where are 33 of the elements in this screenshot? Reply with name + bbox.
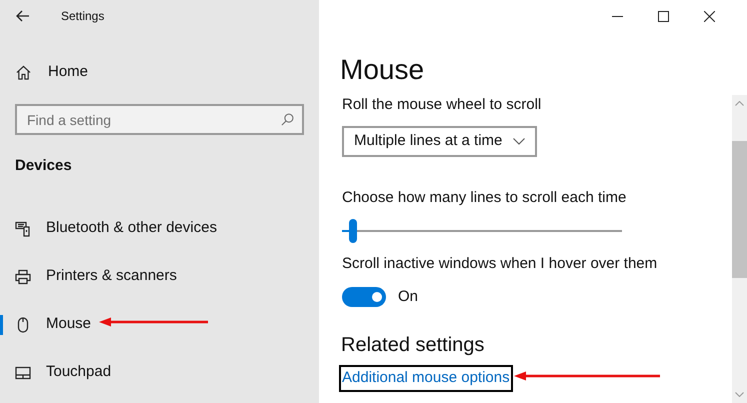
setting-label: Roll the mouse wheel to scroll	[342, 95, 542, 115]
scrollbar[interactable]	[732, 95, 747, 403]
touchpad-icon	[15, 366, 31, 380]
nav-item[interactable]: Bluetooth & other devices	[0, 204, 319, 252]
nav-item[interactable]: Mouse	[0, 300, 319, 348]
additional-mouse-options-link[interactable]: Additional mouse options	[339, 365, 513, 392]
nav-item[interactable]: Printers & scanners	[0, 252, 319, 300]
maximize-icon	[658, 10, 668, 22]
section-heading: Related settings	[341, 333, 486, 358]
back-arrow-icon	[16, 10, 30, 22]
page-title: Mouse	[340, 53, 426, 87]
printer-icon	[15, 268, 31, 284]
toggle-state: On	[398, 286, 418, 306]
mouse-icon	[17, 316, 29, 332]
scroll-down-icon	[735, 392, 744, 397]
chevron-down-icon	[513, 138, 525, 144]
toggle-switch[interactable]	[342, 286, 386, 307]
setting-label: Scroll inactive windows when I hover over them	[342, 254, 658, 274]
scroll-up-icon	[735, 101, 744, 106]
home-icon	[16, 64, 31, 80]
home-nav-item[interactable]: Home	[0, 48, 319, 96]
keyboard-device-icon	[15, 220, 31, 236]
slider-thumb[interactable]	[349, 219, 358, 243]
scrollbar-thumb[interactable]	[732, 141, 747, 278]
scroll-mode-dropdown[interactable]: Multiple lines at a time	[342, 126, 537, 156]
close-icon	[704, 10, 714, 22]
window-title: Settings	[61, 8, 104, 25]
search-icon	[281, 113, 294, 126]
lines-slider[interactable]	[342, 219, 622, 243]
search-field[interactable]: Find a setting	[15, 104, 304, 135]
setting-label: Choose how many lines to scroll each time	[342, 188, 628, 208]
section-heading: Devices	[15, 156, 73, 176]
nav-item[interactable]: Touchpad	[0, 348, 319, 396]
